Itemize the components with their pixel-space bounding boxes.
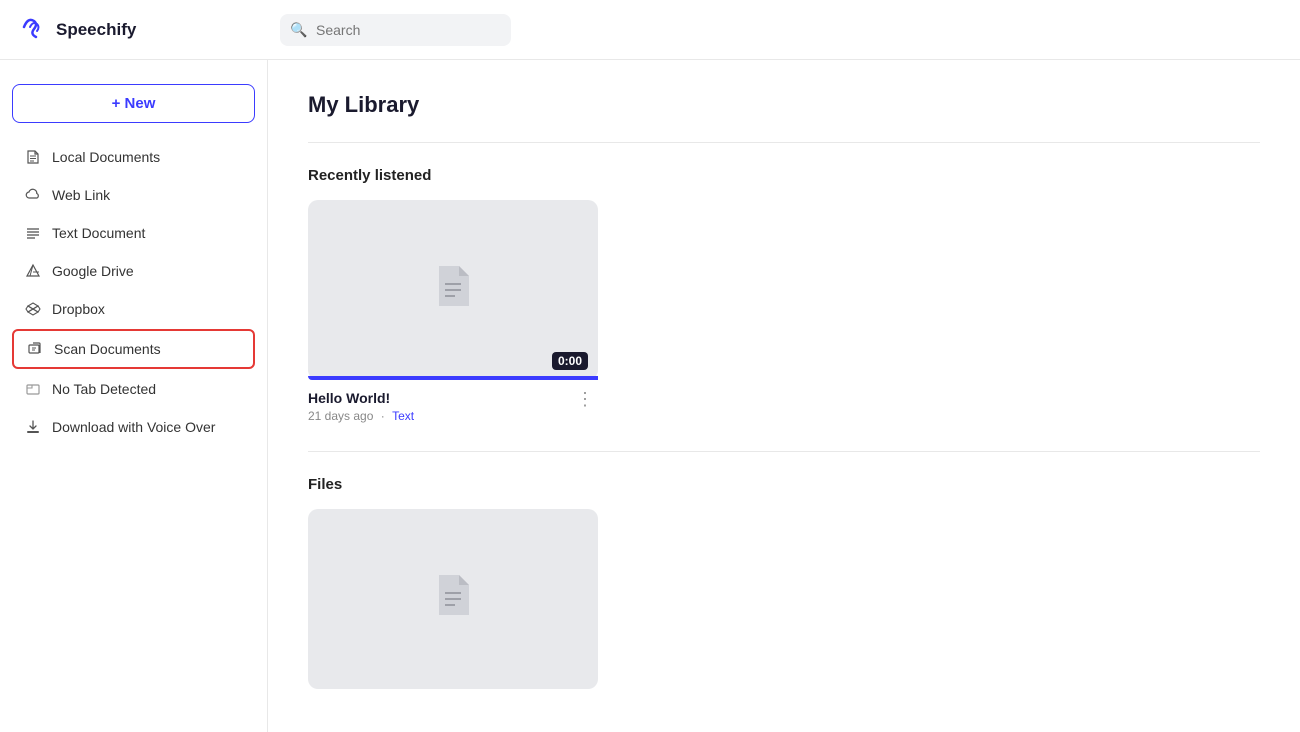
search-input[interactable] [280,14,511,46]
sidebar-item-no-tab-detected[interactable]: No Tab Detected [12,371,255,407]
card-info: Hello World! 21 days ago · Text [308,390,414,423]
card-progress-fill [308,376,598,380]
card-dot: · [381,409,385,423]
new-button[interactable]: + New [12,84,255,123]
card-thumbnail [308,509,598,689]
card-subtitle: 21 days ago · Text [308,409,414,423]
files-title: Files [308,476,1260,493]
app-name: Speechify [56,20,136,40]
drive-icon [24,262,42,280]
text-icon [24,224,42,242]
card-menu-button[interactable]: ⋮ [572,390,598,408]
sidebar-item-label: Local Documents [52,149,160,165]
card-hello-world[interactable]: 0:00 Hello World! 21 days ago · Text [308,200,598,423]
card-doc-icon [433,571,473,628]
cloud-icon [24,186,42,204]
app-layout: + New Local Documents Web Link Text Docu… [0,60,1300,732]
speechify-logo-icon [20,13,48,47]
sidebar-item-google-drive[interactable]: Google Drive [12,253,255,289]
section-divider-files [308,451,1260,452]
sidebar-item-label: Web Link [52,187,110,203]
card-doc-icon [433,262,473,319]
recently-listened-cards: 0:00 Hello World! 21 days ago · Text [308,200,1260,423]
sidebar-item-label: Text Document [52,225,145,241]
sidebar-item-label: Dropbox [52,301,105,317]
card-title: Hello World! [308,390,414,406]
logo-area: Speechify [20,13,280,47]
sidebar-item-label: Download with Voice Over [52,419,215,435]
card-progress-bar [308,376,598,380]
new-button-label: + New [112,95,156,112]
app-header: Speechify 🔍 [0,0,1300,60]
download-icon [24,418,42,436]
files-cards [308,509,1260,699]
recently-listened-section: Recently listened 0:00 [308,167,1260,423]
sidebar-item-web-link[interactable]: Web Link [12,177,255,213]
page-title: My Library [308,92,1260,118]
sidebar-item-text-document[interactable]: Text Document [12,215,255,251]
card-type: Text [392,409,414,423]
card-meta-row: Hello World! 21 days ago · Text ⋮ [308,390,598,423]
scan-icon [26,340,44,358]
tab-icon [24,380,42,398]
recently-listened-title: Recently listened [308,167,1260,184]
card-thumbnail: 0:00 [308,200,598,380]
file-icon [24,148,42,166]
sidebar: + New Local Documents Web Link Text Docu… [0,60,268,732]
sidebar-item-local-documents[interactable]: Local Documents [12,139,255,175]
main-content: My Library Recently listened 0:00 [268,60,1300,732]
card-time-badge: 0:00 [552,352,588,370]
sidebar-item-label: Google Drive [52,263,134,279]
sidebar-item-label: No Tab Detected [52,381,156,397]
card-file-1[interactable] [308,509,598,699]
sidebar-item-download-voice-over[interactable]: Download with Voice Over [12,409,255,445]
section-divider-top [308,142,1260,143]
sidebar-item-dropbox[interactable]: Dropbox [12,291,255,327]
card-age: 21 days ago [308,409,373,423]
files-section: Files [308,476,1260,699]
sidebar-item-label: Scan Documents [54,341,161,357]
search-container: 🔍 [280,14,1280,46]
sidebar-item-scan-documents[interactable]: Scan Documents [12,329,255,369]
dropbox-icon [24,300,42,318]
